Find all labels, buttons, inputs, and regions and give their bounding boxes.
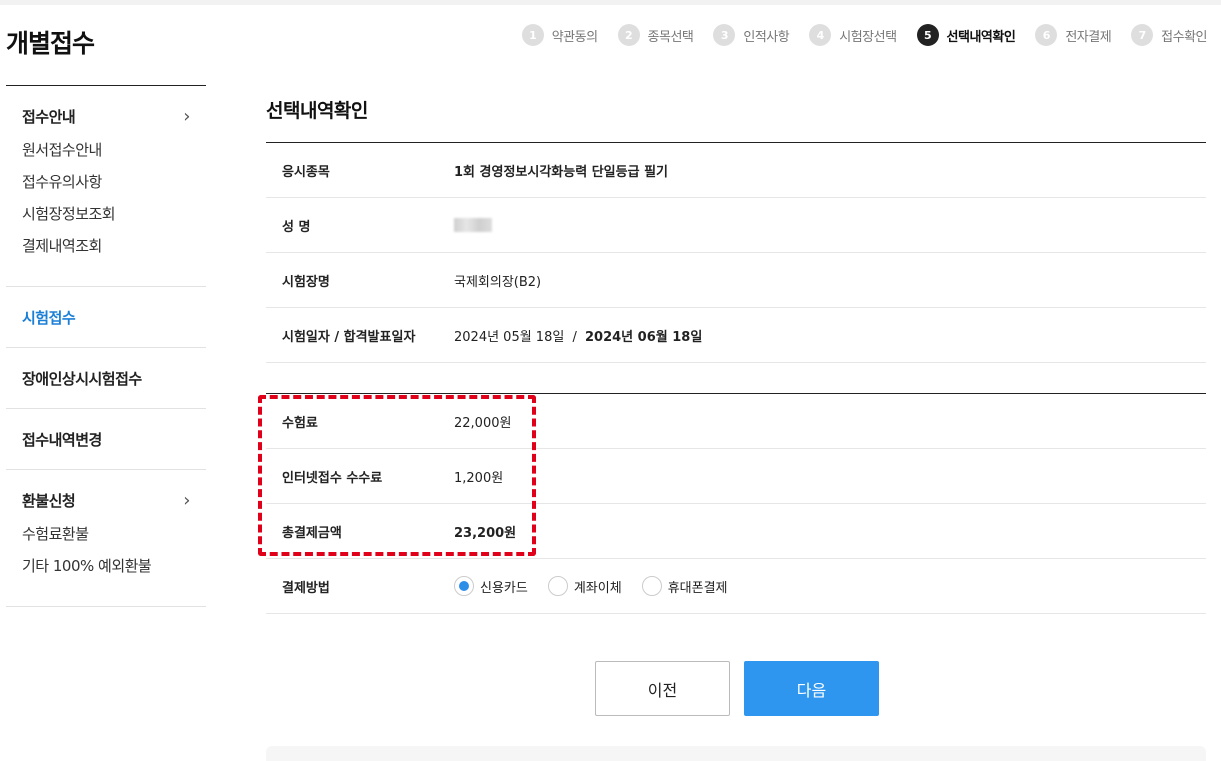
step-number: 6	[1035, 24, 1058, 46]
table-row: 총결제금액 23,200원	[266, 503, 1206, 559]
date-separator: /	[572, 329, 577, 345]
sidebar-item-disabled-registration[interactable]: 장애인상시시험접수	[6, 348, 206, 408]
sidebar-item-registration-change[interactable]: 접수내역변경	[6, 409, 206, 469]
blurred-name	[454, 218, 492, 232]
exam-type-label: 응시종목	[266, 142, 454, 198]
next-button[interactable]: 다음	[744, 661, 879, 716]
step-label: 인적사항	[743, 29, 790, 45]
radio-bank-transfer[interactable]: 계좌이체	[547, 576, 622, 596]
step-4: 4 시험장선택	[809, 24, 897, 46]
table-row: 시험일자 / 합격발표일자 2024년 05월 18일 / 2024년 06월 …	[266, 307, 1206, 363]
sidebar-item-label: 환불신청	[22, 491, 76, 510]
page-title: 개별접수	[6, 29, 95, 58]
step-number: 7	[1131, 24, 1154, 46]
table-row: 수험료 22,000원	[266, 393, 1206, 449]
sidebar-subitem-venue-info[interactable]: 시험장정보조회	[22, 198, 190, 230]
sidebar-item-label: 장애인상시시험접수	[22, 369, 142, 388]
table-row: 응시종목 1회 경영정보시각화능력 단일등급 필기	[266, 142, 1206, 198]
internet-fee-label: 인터넷접수 수수료	[266, 448, 454, 504]
step-number: 2	[617, 24, 640, 46]
chevron-right-icon: ›	[183, 489, 190, 511]
step-label: 약관동의	[551, 29, 598, 45]
sidebar-item-label: 접수안내	[22, 107, 76, 126]
sidebar-section-refund: 환불신청 › 수험료환불 기타 100% 예외환불	[6, 470, 206, 607]
total-value: 23,200원	[454, 503, 1206, 559]
internet-fee-value: 1,200원	[454, 448, 1206, 504]
radio-credit-card[interactable]: 신용카드	[454, 576, 528, 596]
step-label: 선택내역확인	[946, 29, 1016, 45]
sidebar-subitem-payment-history[interactable]: 결제내역조회	[22, 230, 190, 262]
chevron-right-icon: ›	[183, 105, 190, 127]
sidebar-submenu: 원서접수안내 접수유의사항 시험장정보조회 결제내역조회	[6, 134, 206, 286]
table-row: 인터넷접수 수수료 1,200원	[266, 448, 1206, 504]
sidebar-item-label: 접수내역변경	[22, 430, 102, 449]
sidebar-item-label: 시험접수	[22, 308, 76, 327]
step-number: 5	[916, 24, 939, 46]
radio-mobile-payment[interactable]: 휴대폰결제	[641, 576, 728, 596]
sidebar-section-exam-registration: 시험접수	[6, 287, 206, 348]
step-label: 접수확인	[1161, 29, 1207, 45]
name-value	[454, 197, 1206, 253]
radio-checked-icon	[454, 576, 474, 596]
radio-unchecked-icon	[547, 576, 568, 596]
total-label: 총결제금액	[266, 503, 454, 559]
step-7: 7 접수확인	[1131, 24, 1207, 46]
step-label: 시험장선택	[839, 29, 897, 45]
step-1: 1 약관동의	[521, 24, 598, 46]
venue-value: 국제회의장(B2)	[454, 252, 1206, 308]
sidebar: 접수안내 › 원서접수안내 접수유의사항 시험장정보조회 결제내역조회 시험접수…	[6, 85, 206, 607]
sidebar-section-registration-guide: 접수안내 › 원서접수안내 접수유의사항 시험장정보조회 결제내역조회	[6, 86, 206, 287]
sidebar-section-disabled-registration: 장애인상시시험접수	[6, 348, 206, 409]
main-content: 선택내역확인 응시종목 1회 경영정보시각화능력 단일등급 필기 성 명 시험장…	[266, 96, 1206, 614]
radio-unchecked-icon	[641, 576, 662, 596]
payment-radio-group: 신용카드 계좌이체 휴대폰결제	[454, 576, 1206, 596]
table-row: 시험장명 국제회의장(B2)	[266, 252, 1206, 308]
notice-box	[266, 746, 1206, 761]
sidebar-subitem-application-guide[interactable]: 원서접수안내	[22, 134, 190, 166]
sidebar-submenu: 수험료환불 기타 100% 예외환불	[6, 518, 206, 606]
sidebar-subitem-fee-refund[interactable]: 수험료환불	[22, 518, 190, 550]
prev-button[interactable]: 이전	[595, 661, 730, 716]
step-number: 3	[713, 24, 736, 46]
top-border	[0, 0, 1221, 5]
section-title: 선택내역확인	[266, 100, 368, 122]
sidebar-item-exam-registration[interactable]: 시험접수	[6, 287, 206, 347]
step-3: 3 인적사항	[713, 24, 790, 46]
sidebar-subitem-exception-refund[interactable]: 기타 100% 예외환불	[22, 550, 190, 582]
venue-label: 시험장명	[266, 252, 454, 308]
result-date: 2024년 06월 18일	[585, 329, 703, 345]
exam-date: 2024년 05월 18일	[454, 329, 565, 345]
sidebar-section-registration-change: 접수내역변경	[6, 409, 206, 470]
table-row: 성 명	[266, 197, 1206, 253]
selection-summary-table: 응시종목 1회 경영정보시각화능력 단일등급 필기 성 명 시험장명 국제회의장…	[266, 142, 1206, 363]
name-label: 성 명	[266, 197, 454, 253]
exam-fee-label: 수험료	[266, 393, 454, 449]
radio-label: 계좌이체	[573, 580, 622, 596]
fee-table: 수험료 22,000원 인터넷접수 수수료 1,200원 총결제금액 23,20…	[266, 393, 1206, 614]
step-5-current: 5 선택내역확인	[916, 24, 1016, 46]
step-number: 1	[521, 24, 544, 46]
step-6: 6 전자결제	[1035, 24, 1112, 46]
navigation-buttons: 이전 다음	[595, 661, 879, 716]
exam-fee-value: 22,000원	[454, 393, 1206, 449]
step-number: 4	[809, 24, 832, 46]
dates-label: 시험일자 / 합격발표일자	[266, 307, 454, 363]
step-label: 종목선택	[647, 29, 694, 45]
dates-value: 2024년 05월 18일 / 2024년 06월 18일	[454, 307, 1206, 363]
sidebar-subitem-precautions[interactable]: 접수유의사항	[22, 166, 190, 198]
step-indicator: 1 약관동의 2 종목선택 3 인적사항 4 시험장선택 5 선택내역확인 6 전자결제 7…	[502, 24, 1207, 46]
step-label: 전자결제	[1065, 29, 1112, 45]
payment-method-options: 신용카드 계좌이체 휴대폰결제	[454, 558, 1206, 614]
payment-method-label: 결제방법	[266, 558, 454, 614]
table-row: 결제방법 신용카드 계좌이체 휴대폰결제	[266, 558, 1206, 614]
radio-label: 휴대폰결제	[667, 580, 728, 596]
radio-label: 신용카드	[480, 580, 528, 596]
exam-type-value: 1회 경영정보시각화능력 단일등급 필기	[454, 142, 1206, 198]
step-2: 2 종목선택	[617, 24, 694, 46]
